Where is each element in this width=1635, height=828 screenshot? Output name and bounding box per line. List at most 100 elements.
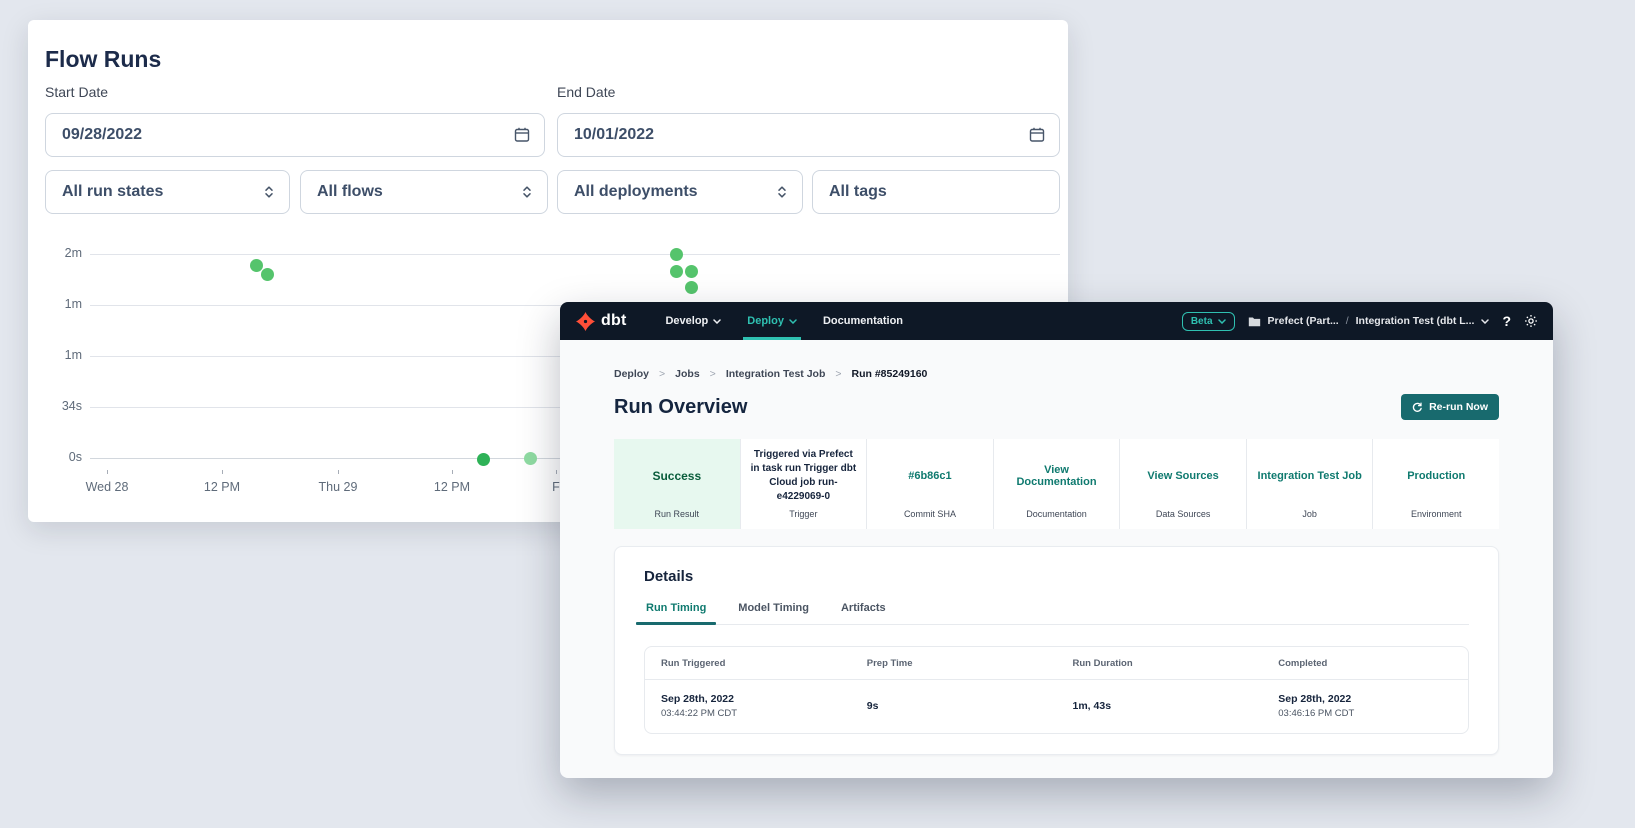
unfold-icon (520, 184, 534, 200)
y-axis-tick-label: 2m (28, 246, 82, 260)
card-value: Success (614, 439, 740, 505)
card-value[interactable]: #6b86c1 (867, 439, 993, 505)
x-axis-tick-mark (222, 470, 223, 474)
card-caption: Trigger (741, 505, 867, 529)
nav-item-documentation[interactable]: Documentation (810, 302, 916, 340)
column-header: Completed (1262, 658, 1468, 669)
card-caption: Documentation (994, 505, 1120, 529)
end-date-input[interactable]: 10/01/2022 (557, 113, 1060, 157)
breadcrumb: Deploy > Jobs > Integration Test Job > R… (614, 368, 1499, 380)
card-value[interactable]: Integration Test Job (1247, 439, 1373, 505)
page-title: Run Overview (614, 396, 747, 419)
details-card: Details Run Timing Model Timing Artifact… (614, 546, 1499, 755)
dbt-navbar-right: Beta Prefect (Part... / Integration Test… (1182, 312, 1538, 331)
refresh-icon (1412, 402, 1423, 413)
table-row: Sep 28th, 2022 03:44:22 PM CDT 9s 1m, 43… (645, 680, 1468, 733)
chevron-down-icon[interactable] (1481, 319, 1489, 324)
rerun-now-button[interactable]: Re-run Now (1401, 394, 1499, 420)
cell-date: Sep 28th, 2022 (661, 693, 851, 705)
y-axis-tick-label: 34s (28, 399, 82, 413)
start-date-input[interactable]: 09/28/2022 (45, 113, 545, 157)
page-title: Flow Runs (45, 46, 161, 73)
nav-item-deploy[interactable]: Deploy (734, 302, 810, 340)
project-breadcrumb: Prefect (Part... / Integration Test (dbt… (1248, 315, 1490, 327)
tab-model-timing[interactable]: Model Timing (736, 602, 811, 624)
breadcrumb-deploy[interactable]: Deploy (614, 368, 649, 380)
unfold-icon (775, 184, 789, 200)
nav-item-label: Develop (665, 315, 708, 327)
flow-run-dot[interactable] (477, 453, 490, 466)
chart-gridline (90, 254, 1060, 255)
breadcrumb-jobs[interactable]: Jobs (675, 368, 700, 380)
details-tabs: Run Timing Model Timing Artifacts (644, 602, 1469, 625)
x-axis-tick-label: F (552, 480, 560, 494)
cell-prep-time: 9s (851, 700, 1057, 712)
calendar-icon[interactable] (1028, 126, 1046, 144)
column-header: Prep Time (851, 658, 1057, 669)
folder-icon (1248, 316, 1261, 327)
cell-run-triggered: Sep 28th, 2022 03:44:22 PM CDT (645, 693, 851, 719)
help-icon[interactable]: ? (1502, 313, 1511, 329)
dbt-nav-menu: Develop Deploy Documentation (652, 302, 916, 340)
y-axis-tick-label: 0s (28, 450, 82, 464)
card-caption: Environment (1373, 505, 1499, 529)
x-axis-tick-mark (338, 470, 339, 474)
tags-input[interactable]: All tags (812, 170, 1060, 214)
x-axis-tick-mark (556, 470, 557, 474)
y-axis-tick-label: 1m (28, 297, 82, 311)
dbt-logo[interactable]: dbt (575, 311, 626, 332)
breadcrumb-separator: > (835, 368, 841, 380)
card-value[interactable]: View Sources (1120, 439, 1246, 505)
x-axis-tick-label: Thu 29 (319, 480, 358, 494)
flow-run-dot[interactable] (685, 265, 698, 278)
summary-card-documentation: View DocumentationDocumentation (993, 439, 1120, 529)
summary-card-job: Integration Test JobJob (1246, 439, 1373, 529)
summary-cards: SuccessRun ResultTriggered via Prefect i… (614, 439, 1499, 529)
breadcrumb-separator: > (659, 368, 665, 380)
flows-select[interactable]: All flows (300, 170, 548, 214)
flow-run-dot[interactable] (670, 248, 683, 261)
deployments-value: All deployments (574, 183, 767, 201)
dbt-logo-icon (575, 311, 596, 332)
card-value: Triggered via Prefect in task run Trigge… (741, 439, 867, 505)
summary-card-environment: ProductionEnvironment (1372, 439, 1499, 529)
cell-time: 03:46:16 PM CDT (1278, 708, 1468, 719)
cell-date: Sep 28th, 2022 (1278, 693, 1468, 705)
tab-run-timing[interactable]: Run Timing (644, 602, 708, 624)
gear-icon[interactable] (1524, 314, 1538, 328)
card-caption: Job (1247, 505, 1373, 529)
tab-artifacts[interactable]: Artifacts (839, 602, 888, 624)
cell-value: 1m, 43s (1073, 700, 1263, 712)
breadcrumb-run-id: Run #85249160 (852, 368, 928, 380)
x-axis-tick-label: Wed 28 (86, 480, 129, 494)
card-caption: Data Sources (1120, 505, 1246, 529)
breadcrumb-separator: > (710, 368, 716, 380)
flow-run-dot[interactable] (685, 281, 698, 294)
run-timing-table: Run Triggered Prep Time Run Duration Com… (644, 646, 1469, 734)
rerun-now-label: Re-run Now (1429, 401, 1488, 413)
cell-time: 03:44:22 PM CDT (661, 708, 851, 719)
chevron-down-icon (1218, 319, 1226, 324)
end-date-label: End Date (557, 84, 615, 100)
flow-run-dot[interactable] (670, 265, 683, 278)
summary-card-data-sources: View SourcesData Sources (1119, 439, 1246, 529)
dbt-content: Deploy > Jobs > Integration Test Job > R… (560, 340, 1553, 755)
path-separator: / (1346, 315, 1349, 327)
card-value[interactable]: Production (1373, 439, 1499, 505)
flow-run-dot[interactable] (261, 268, 274, 281)
deployments-select[interactable]: All deployments (557, 170, 803, 214)
run-states-select[interactable]: All run states (45, 170, 290, 214)
run-states-value: All run states (62, 183, 254, 201)
environment-name[interactable]: Integration Test (dbt L... (1356, 315, 1475, 327)
summary-card-commit-sha: #6b86c1Commit SHA (866, 439, 993, 529)
nav-item-develop[interactable]: Develop (652, 302, 734, 340)
beta-dropdown[interactable]: Beta (1182, 312, 1235, 331)
breadcrumb-job-name[interactable]: Integration Test Job (726, 368, 826, 380)
calendar-icon[interactable] (513, 126, 531, 144)
table-header-row: Run Triggered Prep Time Run Duration Com… (645, 647, 1468, 680)
end-date-value: 10/01/2022 (574, 126, 1020, 144)
card-value[interactable]: View Documentation (994, 439, 1120, 505)
flows-value: All flows (317, 183, 512, 201)
flow-run-dot[interactable] (524, 452, 537, 465)
project-name[interactable]: Prefect (Part... (1268, 315, 1339, 327)
